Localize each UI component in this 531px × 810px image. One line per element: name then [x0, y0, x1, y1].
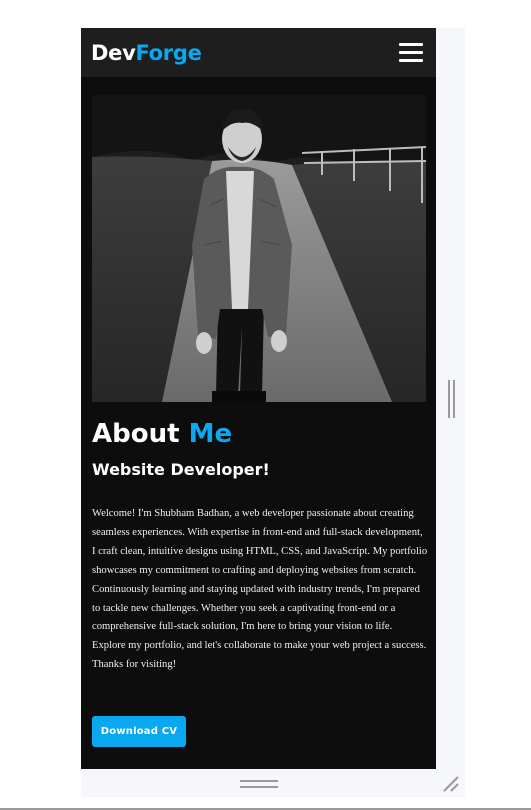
- corner-resize-icon[interactable]: [441, 774, 459, 792]
- about-heading-text: About: [92, 419, 189, 449]
- site-logo[interactable]: DevForge: [91, 39, 202, 67]
- logo-text-forge: Forge: [135, 41, 202, 65]
- download-cv-button[interactable]: Download CV: [92, 716, 186, 747]
- about-bio-text: Welcome! I'm Shubham Badhan, a web devel…: [92, 508, 428, 671]
- about-heading: About Me: [92, 416, 232, 452]
- role-subheading: Website Developer!: [92, 460, 270, 479]
- profile-photo: [92, 95, 426, 402]
- page-viewport: DevForge About Me Website Developer! Wel…: [81, 28, 436, 769]
- logo-text-dev: Dev: [91, 41, 136, 65]
- horizontal-resize-handle[interactable]: [240, 780, 278, 789]
- about-heading-accent: Me: [188, 419, 233, 449]
- hamburger-menu-icon[interactable]: [399, 43, 423, 63]
- navbar: DevForge: [81, 28, 436, 77]
- vertical-resize-handle[interactable]: [448, 380, 456, 418]
